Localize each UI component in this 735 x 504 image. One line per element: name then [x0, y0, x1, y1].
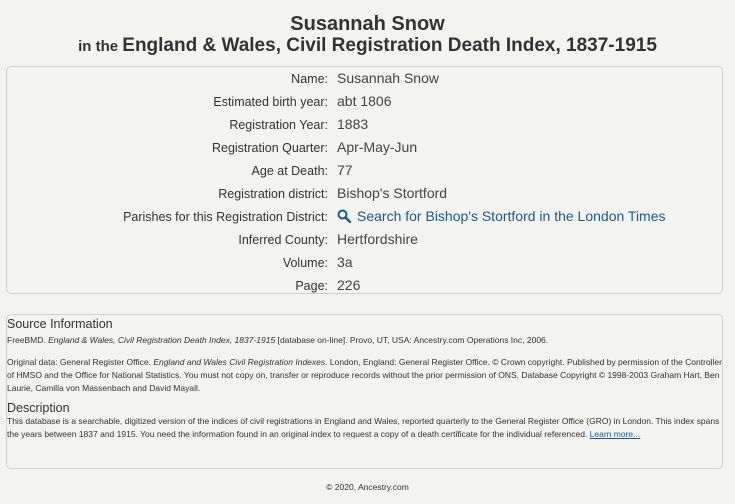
- detail-value: 1883: [337, 116, 369, 132]
- learn-more-link[interactable]: Learn more...: [590, 429, 641, 439]
- detail-row-registration-year: Registration Year: 1883: [7, 116, 722, 141]
- original-data: Original data: General Register Office. …: [7, 356, 722, 395]
- detail-label: Parishes for this Registration District:: [123, 210, 328, 224]
- search-icon: [337, 209, 352, 226]
- record-details-panel: Name: Susannah Snow Estimated birth year…: [6, 66, 723, 294]
- detail-value: 226: [337, 277, 361, 293]
- detail-row-volume: Volume: 3a: [7, 254, 722, 279]
- detail-value: Susannah Snow: [337, 70, 439, 86]
- citation-suffix: [database on-line]. Provo, UT, USA: Ance…: [275, 335, 549, 345]
- description-text: This database is a searchable, digitized…: [7, 415, 722, 441]
- detail-value: 3a: [337, 254, 353, 270]
- citation-prefix: FreeBMD.: [7, 335, 49, 345]
- detail-label: Estimated birth year:: [213, 95, 328, 109]
- detail-label: Registration Quarter:: [211, 141, 328, 155]
- detail-value: 77: [337, 162, 353, 178]
- detail-label: Registration Year:: [229, 118, 328, 132]
- detail-row-registration-district: Registration district: Bishop's Stortfor…: [7, 185, 722, 210]
- detail-label: Name:: [291, 72, 328, 86]
- database-name-heading: England & Wales, Civil Registration Deat…: [122, 35, 657, 56]
- page-title: Susannah Snow in the England & Wales, Ci…: [0, 13, 735, 58]
- detail-label: Age at Death:: [251, 164, 328, 178]
- detail-row-birth-year: Estimated birth year: abt 1806: [7, 93, 722, 118]
- citation-title: England & Wales, Civil Registration Deat…: [48, 335, 276, 345]
- detail-value: Apr-May-Jun: [337, 139, 418, 155]
- detail-label: Page:: [295, 279, 328, 293]
- detail-label: Registration district:: [218, 187, 328, 201]
- detail-row-inferred-county: Inferred County: Hertfordshire: [7, 231, 722, 256]
- title-prefix: in the: [78, 38, 123, 55]
- detail-row-parishes: Parishes for this Registration District:…: [7, 208, 722, 233]
- source-citation: FreeBMD. England & Wales, Civil Registra…: [7, 334, 722, 347]
- source-information-panel: Source Information FreeBMD. England & Wa…: [6, 314, 723, 469]
- detail-row-registration-quarter: Registration Quarter: Apr-May-Jun: [7, 139, 722, 164]
- original-title: England and Wales Civil Registration Ind…: [153, 357, 326, 367]
- detail-label: Volume:: [282, 256, 328, 270]
- detail-row-page: Page: 226: [7, 277, 722, 302]
- original-prefix: Original data: General Register Office.: [7, 357, 154, 367]
- detail-value: abt 1806: [337, 93, 392, 109]
- person-name-heading: Susannah Snow: [290, 13, 445, 35]
- detail-row-name: Name: Susannah Snow: [7, 70, 722, 95]
- london-times-search-label[interactable]: Search for Bishop's Stortford in the Lon…: [357, 208, 666, 224]
- london-times-search-link[interactable]: Search for Bishop's Stortford in the Lon…: [337, 208, 666, 226]
- footer-copyright: © 2020, Ancestry.com: [326, 482, 409, 492]
- detail-value: Hertfordshire: [337, 231, 418, 247]
- detail-value: Bishop's Stortford: [337, 185, 448, 201]
- description-heading: Description: [7, 401, 70, 415]
- detail-label: Inferred County:: [238, 233, 328, 247]
- source-heading: Source Information: [7, 317, 113, 331]
- detail-row-age-at-death: Age at Death: 77: [7, 162, 722, 187]
